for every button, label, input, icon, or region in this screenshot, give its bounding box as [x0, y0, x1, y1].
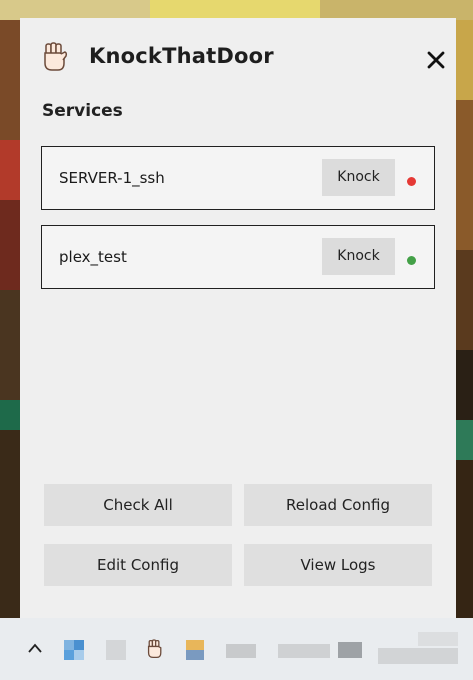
view-logs-button[interactable]: View Logs	[244, 544, 432, 586]
app-title: KnockThatDoor	[89, 44, 274, 68]
clock-area	[418, 632, 458, 646]
taskbar	[0, 618, 473, 680]
status-indicator-offline	[407, 177, 416, 186]
service-row: plex_test Knock	[41, 225, 435, 289]
app-icon[interactable]	[106, 640, 126, 660]
close-icon[interactable]	[424, 48, 448, 72]
clock-area[interactable]	[378, 648, 458, 664]
service-row: SERVER-1_ssh Knock	[41, 146, 435, 210]
raised-fist-icon[interactable]	[146, 638, 164, 660]
reload-config-button[interactable]: Reload Config	[244, 484, 432, 526]
knock-button[interactable]: Knock	[322, 238, 395, 275]
knock-button[interactable]: Knock	[322, 159, 395, 196]
tray-indicator	[338, 642, 362, 658]
app-popup-panel: KnockThatDoor Services SERVER-1_ssh Knoc…	[20, 18, 456, 618]
status-indicator-online	[407, 256, 416, 265]
service-name: plex_test	[59, 248, 127, 266]
raised-fist-icon	[44, 42, 68, 71]
chevron-up-icon[interactable]	[27, 642, 43, 654]
service-name: SERVER-1_ssh	[59, 169, 165, 187]
services-heading: Services	[42, 101, 123, 121]
tray-indicator	[226, 644, 256, 658]
tray-indicator	[278, 644, 330, 658]
check-all-button[interactable]: Check All	[44, 484, 232, 526]
folder-icon[interactable]	[186, 640, 204, 660]
network-icon[interactable]	[64, 640, 84, 660]
edit-config-button[interactable]: Edit Config	[44, 544, 232, 586]
